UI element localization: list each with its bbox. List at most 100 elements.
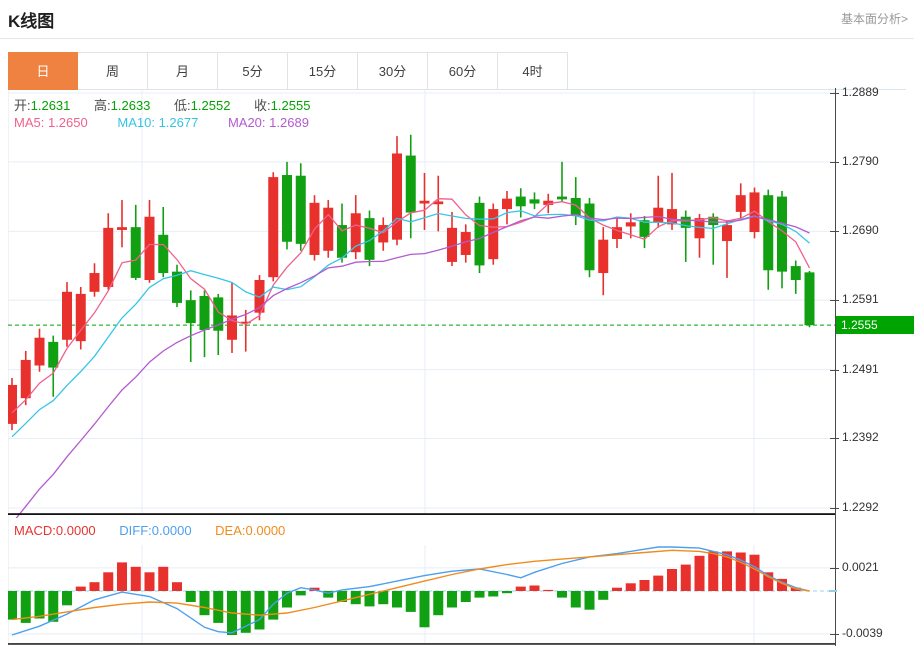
ma20-legend: MA20: 1.2689	[227, 115, 309, 130]
macd-bar	[570, 591, 581, 608]
macd-bar	[130, 566, 141, 591]
candle-body	[584, 203, 595, 271]
macd-bar	[557, 591, 567, 598]
candle-body	[8, 384, 17, 424]
macd-bar	[502, 591, 512, 594]
tab-day[interactable]: 日	[8, 52, 78, 90]
macd-bar	[584, 591, 595, 610]
macd-bar	[75, 586, 86, 591]
ma-legend: MA5: 1.2650 MA10: 1.2677 MA20: 1.2689	[14, 115, 309, 130]
ma5-legend: MA5: 1.2650	[14, 115, 88, 130]
macd-bar	[598, 591, 609, 600]
macd-bar	[460, 591, 471, 602]
candle-body	[295, 175, 306, 244]
macd-bar	[392, 591, 402, 608]
axis-tick	[830, 438, 839, 440]
macd-bar	[749, 554, 760, 591]
macd-bar	[213, 591, 224, 623]
candle-body	[62, 291, 72, 340]
period-tabs: 日 周 月 5分 15分 30分 60分 4时	[8, 52, 906, 90]
candle-body	[419, 200, 430, 204]
candle-body	[790, 266, 801, 280]
axis-tick	[830, 633, 839, 635]
candle-body	[130, 227, 141, 278]
macd-bar	[199, 591, 210, 616]
axis-tick	[830, 567, 839, 569]
tab-5min[interactable]: 5分	[218, 52, 288, 90]
macd-bar	[117, 562, 127, 591]
tab-month[interactable]: 月	[148, 52, 218, 90]
y-axis-label: 1.2591	[842, 292, 879, 307]
macd-zero-tick	[829, 590, 837, 592]
candle-body	[625, 222, 636, 227]
candle-body	[185, 300, 196, 324]
macd-bar	[185, 591, 196, 602]
macd-bar	[447, 591, 457, 608]
axis-tick	[830, 508, 839, 509]
tab-60min[interactable]: 60分	[428, 52, 498, 90]
header-divider	[0, 38, 914, 39]
fundamental-analysis-link[interactable]: 基本面分析>	[841, 10, 908, 27]
macd-chart[interactable]	[8, 545, 835, 646]
macd-bar	[639, 580, 650, 591]
candle-body	[103, 227, 114, 287]
macd-bar	[653, 575, 664, 591]
candle-body	[653, 207, 664, 223]
candle-body	[763, 195, 774, 271]
macd-bar	[103, 572, 114, 591]
candle-body	[722, 225, 732, 242]
macd-bar	[433, 591, 444, 616]
candle-body	[48, 341, 59, 368]
ohlc-legend: 开:1.2631 高:1.2633 低:1.2552 收:1.2555	[14, 95, 330, 114]
y-axis-label: -0.0039	[842, 625, 883, 640]
candle-body	[570, 197, 581, 216]
macd-bar	[8, 591, 17, 620]
macd-bar	[667, 569, 677, 591]
candle-body	[199, 295, 210, 331]
macd-bar	[680, 564, 691, 591]
candle-body	[364, 218, 375, 260]
macd-bar	[543, 589, 554, 592]
candle-body	[158, 234, 169, 274]
tab-15min[interactable]: 15分	[288, 52, 358, 90]
macd-bar	[144, 572, 155, 591]
candle-body	[735, 195, 746, 212]
axis-tick	[830, 161, 839, 163]
high-pair: 高:1.2633	[94, 98, 151, 113]
tab-30min[interactable]: 30分	[358, 52, 428, 90]
candle-body	[749, 192, 760, 233]
macd-legend: MACD:0.0000 DIFF:0.0000 DEA:0.0000	[14, 523, 285, 538]
macd-bar	[419, 591, 430, 628]
candle-body	[282, 175, 292, 242]
price-axis-line	[835, 88, 836, 646]
macd-bar	[488, 591, 499, 597]
candle-body	[557, 196, 567, 200]
candle-body	[515, 196, 526, 207]
ma10-legend: MA10: 1.2677	[117, 115, 199, 130]
candlestick-chart[interactable]	[8, 90, 835, 518]
page-title: K线图	[8, 12, 55, 31]
x-axis-line	[8, 643, 835, 645]
macd-bar	[254, 591, 265, 630]
macd-bar	[694, 555, 705, 591]
candle-body	[117, 227, 127, 230]
axis-tick	[830, 93, 839, 94]
y-axis-label: 1.2690	[842, 223, 879, 238]
macd-bar	[612, 587, 622, 591]
x-axis-line	[8, 513, 835, 515]
dea-value: DEA:0.0000	[215, 523, 286, 538]
current-price-tag: 1.2555	[836, 316, 914, 335]
candle-body	[405, 155, 416, 213]
tab-week[interactable]: 周	[78, 52, 148, 90]
macd-bar	[48, 591, 59, 622]
axis-tick	[830, 300, 839, 302]
candle-body	[529, 199, 540, 204]
macd-bar	[378, 591, 389, 605]
close-pair: 收:1.2555	[254, 98, 311, 113]
macd-bar	[474, 591, 485, 598]
macd-bar	[295, 591, 306, 596]
tab-4hour[interactable]: 4时	[498, 52, 568, 90]
macd-value: MACD:0.0000	[14, 523, 96, 538]
open-pair: 开:1.2631	[14, 98, 71, 113]
macd-bar	[158, 566, 169, 591]
